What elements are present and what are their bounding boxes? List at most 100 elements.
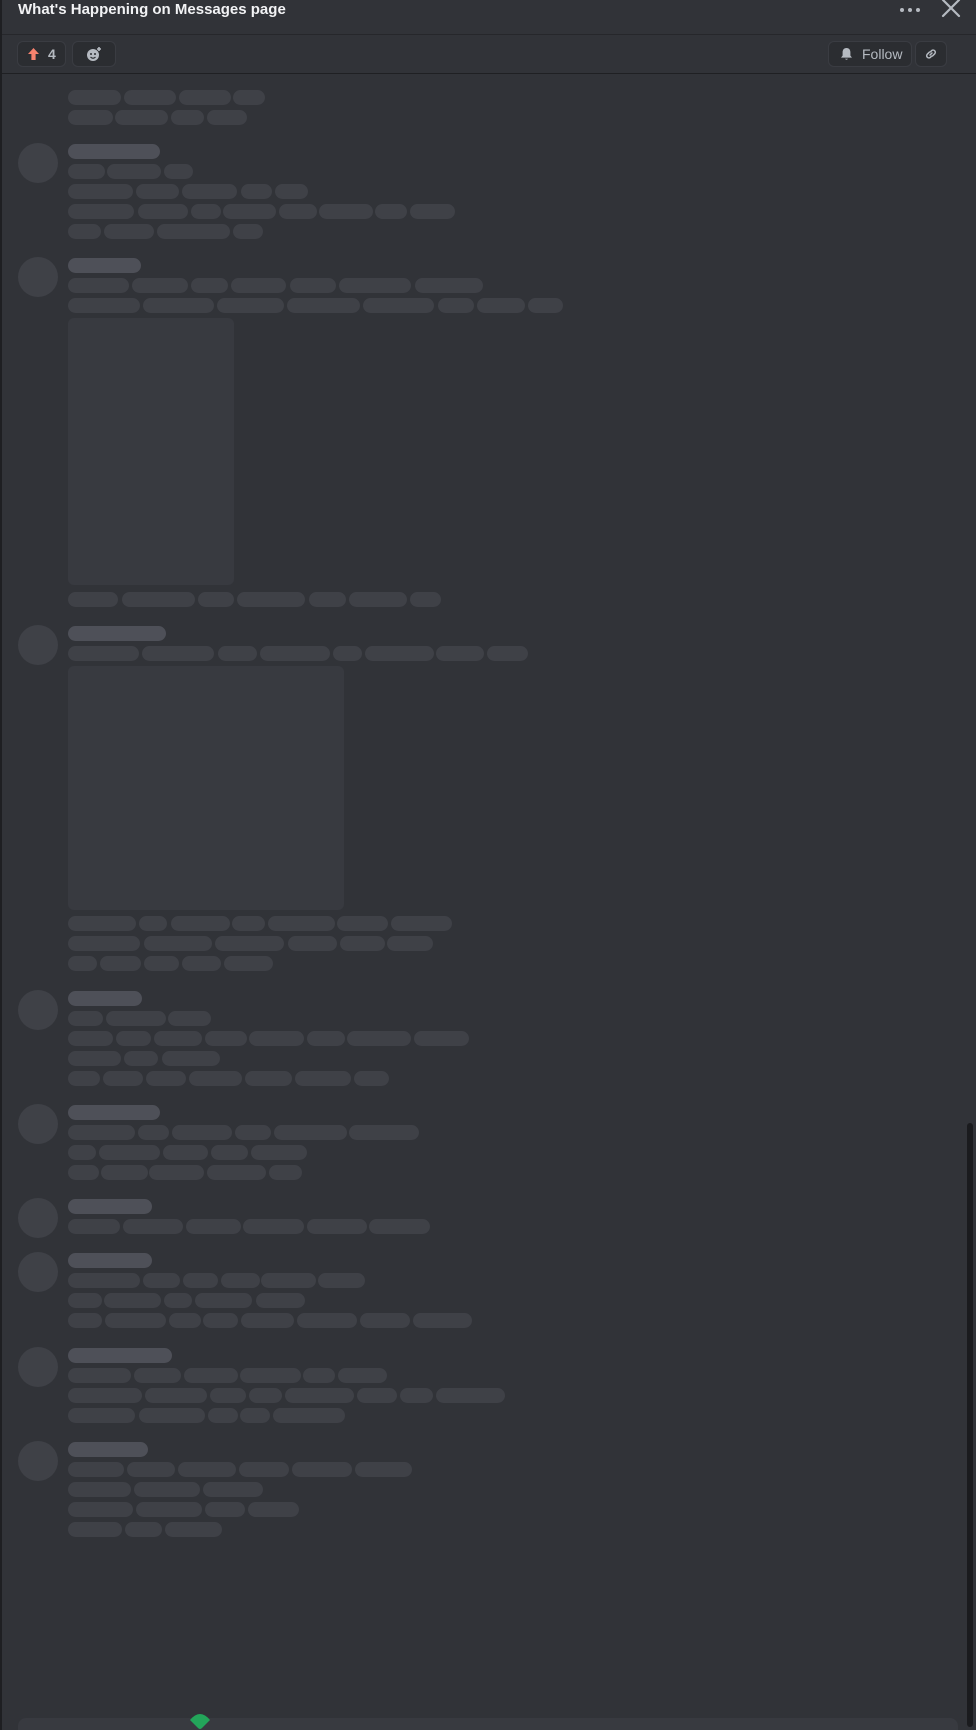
- skeleton-avatar: [18, 257, 58, 297]
- skeleton-username: [68, 1442, 148, 1457]
- skeleton-text: [145, 1388, 207, 1403]
- skeleton-text: [136, 1502, 202, 1517]
- skeleton-text: [183, 1273, 218, 1288]
- skeleton-text: [68, 110, 113, 125]
- skeleton-text: [413, 1313, 472, 1328]
- skeleton-text: [163, 1145, 208, 1160]
- skeleton-username: [68, 626, 166, 641]
- skeleton-text: [68, 1219, 120, 1234]
- skeleton-text: [68, 936, 140, 951]
- skeleton-text: [68, 1368, 131, 1383]
- skeleton-username: [68, 258, 141, 273]
- skeleton-text: [307, 1219, 367, 1234]
- new-messages-indicator-icon: [190, 1714, 210, 1729]
- skeleton-text: [217, 298, 284, 313]
- skeleton-text: [101, 1165, 148, 1180]
- skeleton-avatar: [18, 143, 58, 183]
- skeleton-text: [410, 592, 441, 607]
- skeleton-text: [268, 916, 335, 931]
- more-horizontal-icon-dot: [916, 8, 920, 12]
- skeleton-text: [369, 1219, 430, 1234]
- skeleton-avatar: [18, 1347, 58, 1387]
- skeleton-text: [221, 1273, 260, 1288]
- upvote-button[interactable]: 4: [17, 41, 66, 67]
- skeleton-text: [337, 916, 388, 931]
- scrollbar-thumb[interactable]: [967, 1123, 973, 1727]
- skeleton-text: [248, 1502, 299, 1517]
- skeleton-username: [68, 1253, 152, 1268]
- scrollbar[interactable]: [964, 74, 976, 1727]
- skeleton-text: [205, 1031, 247, 1046]
- skeleton-text: [68, 1462, 124, 1477]
- skeleton-text: [363, 298, 434, 313]
- skeleton-text: [164, 164, 193, 179]
- skeleton-text: [68, 916, 136, 931]
- skeleton-text: [144, 936, 212, 951]
- skeleton-avatar: [18, 990, 58, 1030]
- skeleton-text: [107, 164, 161, 179]
- skeleton-text: [132, 278, 188, 293]
- skeleton-text: [68, 278, 129, 293]
- skeleton-text: [123, 1219, 183, 1234]
- skeleton-username: [68, 144, 160, 159]
- skeleton-text: [235, 1125, 271, 1140]
- skeleton-text: [68, 1408, 135, 1423]
- more-options-button[interactable]: [898, 0, 922, 20]
- skeleton-text: [143, 1273, 180, 1288]
- close-button[interactable]: [940, 0, 962, 20]
- skeleton-text: [154, 1031, 202, 1046]
- skeleton-username: [68, 1105, 160, 1120]
- skeleton-text: [122, 592, 195, 607]
- skeleton-text: [360, 1313, 410, 1328]
- skeleton-text: [340, 936, 385, 951]
- skeleton-text: [292, 1462, 352, 1477]
- skeleton-text: [134, 1368, 181, 1383]
- skeleton-text: [68, 1031, 113, 1046]
- skeleton-text: [287, 298, 360, 313]
- skeleton-text: [138, 204, 188, 219]
- follow-button[interactable]: Follow: [828, 41, 912, 67]
- link-icon: [925, 49, 937, 59]
- skeleton-text: [138, 1125, 169, 1140]
- skeleton-text: [205, 1502, 245, 1517]
- skeleton-text: [144, 956, 179, 971]
- skeleton-text: [347, 1031, 411, 1046]
- skeleton-text: [357, 1388, 397, 1403]
- skeleton-text: [297, 1313, 357, 1328]
- skeleton-text: [318, 1273, 365, 1288]
- skeleton-avatar: [18, 1104, 58, 1144]
- skeleton-text: [68, 184, 133, 199]
- skeleton-avatar: [18, 625, 58, 665]
- close-icon: [941, 0, 961, 18]
- copy-link-button[interactable]: [915, 41, 947, 67]
- skeleton-text: [127, 1462, 175, 1477]
- skeleton-text: [279, 204, 317, 219]
- skeleton-text: [415, 278, 483, 293]
- skeleton-text: [191, 204, 221, 219]
- skeleton-username: [68, 1199, 152, 1214]
- follow-label: Follow: [862, 46, 903, 62]
- skeleton-text: [184, 1368, 238, 1383]
- message-list-loading[interactable]: [2, 74, 964, 1722]
- skeleton-text: [68, 224, 101, 239]
- skeleton-text: [68, 164, 105, 179]
- skeleton-text: [295, 1071, 351, 1086]
- skeleton-text: [106, 1011, 166, 1026]
- skeleton-text: [143, 298, 214, 313]
- skeleton-text: [115, 110, 168, 125]
- skeleton-text: [274, 1125, 347, 1140]
- skeleton-text: [68, 1145, 96, 1160]
- skeleton-text: [223, 204, 276, 219]
- message-composer[interactable]: [18, 1718, 958, 1730]
- add-reaction-button[interactable]: [72, 41, 116, 67]
- skeleton-attachment: [68, 318, 234, 585]
- skeleton-text: [232, 916, 265, 931]
- skeleton-text: [237, 592, 305, 607]
- skeleton-text: [125, 1522, 162, 1537]
- skeleton-text: [195, 1293, 252, 1308]
- skeleton-text: [68, 1165, 99, 1180]
- skeleton-text: [149, 1165, 204, 1180]
- add-reaction-icon: [87, 47, 101, 61]
- skeleton-text: [339, 278, 411, 293]
- skeleton-text: [142, 646, 214, 661]
